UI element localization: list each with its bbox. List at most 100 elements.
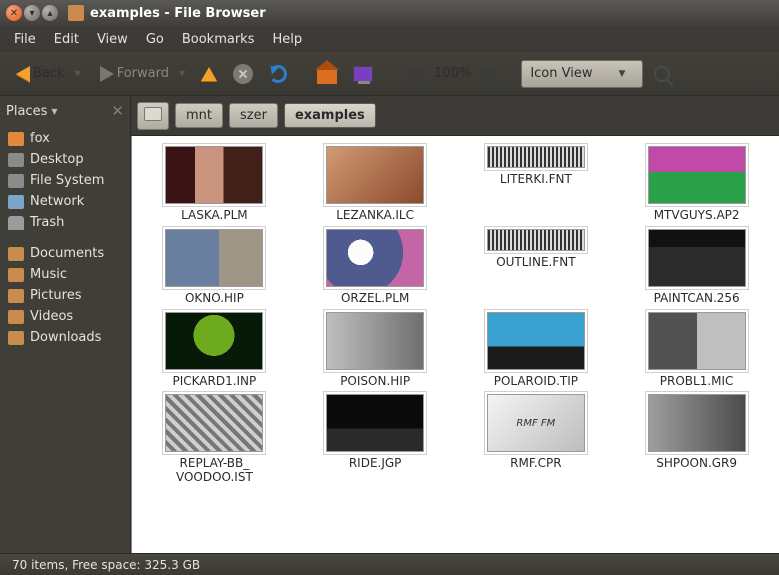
sidebar-item-label: Network [30,194,84,209]
path-segment-mnt[interactable]: mnt [175,103,223,128]
window-title: examples - File Browser [90,6,266,21]
home-icon [317,68,337,84]
path-segment-root[interactable] [137,102,169,130]
file-name: PROBL1.MIC [660,375,734,389]
sidebar-bookmark-music[interactable]: Music [0,264,130,285]
file-thumbnail: RMF FM [487,394,585,452]
file-name: REPLAY-BB_ VOODOO.IST [176,457,253,485]
file-item[interactable]: OKNO.HIP [138,229,291,306]
file-item[interactable]: ORZEL.PLM [299,229,452,306]
file-item[interactable]: PAINTCAN.256 [620,229,773,306]
zoom-out-icon [409,67,423,81]
forward-history-dropdown: ▼ [177,69,187,78]
view-mode-label: Icon View [530,66,592,81]
sidebar-header[interactable]: Places [6,104,47,119]
sidebar-item-label: Pictures [30,288,81,303]
sidebar-bookmark-documents[interactable]: Documents [0,243,130,264]
zoom-out-button[interactable] [404,64,428,84]
pathbar: mntszerexamples [131,96,779,136]
search-button[interactable] [649,63,675,85]
sidebar-chevron-icon[interactable]: ▼ [51,107,57,116]
sidebar-item-label: Desktop [30,152,84,167]
sidebar: Places ▼ ✕ fox Desktop File System Network T… [0,96,131,553]
sidebar-close-button[interactable]: ✕ [111,102,124,120]
sidebar-bookmark-videos[interactable]: Videos [0,306,130,327]
titlebar: ✕ ▾ ▴ examples - File Browser [0,0,779,26]
up-button[interactable] [196,64,222,84]
sidebar-item-trash[interactable]: Trash [0,212,130,233]
file-item[interactable]: POISON.HIP [299,312,452,389]
chevron-down-icon: ▼ [618,69,625,79]
sidebar-bookmark-downloads[interactable]: Downloads [0,327,130,348]
menu-file[interactable]: File [6,29,44,50]
menu-bookmarks[interactable]: Bookmarks [174,29,263,50]
file-item[interactable]: PICKARD1.INP [138,312,291,389]
arrow-up-icon [201,67,217,81]
folder-icon [8,268,24,282]
file-item[interactable]: OUTLINE.FNT [460,229,613,306]
sidebar-item-fox[interactable]: fox [0,128,130,149]
folder-icon [8,174,24,188]
window-close-button[interactable]: ✕ [6,5,22,21]
home-button[interactable] [312,61,342,87]
file-item[interactable]: RIDE.JGP [299,394,452,485]
file-item[interactable]: POLAROID.TIP [460,312,613,389]
sidebar-item-label: Videos [30,309,73,324]
reload-button[interactable] [264,62,292,86]
sidebar-item-label: File System [30,173,104,188]
folder-icon [8,310,24,324]
file-item[interactable]: PROBL1.MIC [620,312,773,389]
sidebar-item-desktop[interactable]: Desktop [0,149,130,170]
file-thumbnail [487,312,585,370]
forward-label: Forward [117,66,169,81]
file-name: RIDE.JGP [349,457,402,471]
menu-help[interactable]: Help [264,29,310,50]
view-mode-select[interactable]: Icon View ▼ [521,60,643,88]
menu-go[interactable]: Go [138,29,172,50]
file-thumbnail [487,229,585,251]
back-label: Back [33,66,65,81]
drive-icon [144,107,162,121]
zoom-in-button[interactable] [477,64,501,84]
sidebar-item-label: Trash [30,215,64,230]
file-item[interactable]: LEZANKA.ILC [299,146,452,223]
folder-icon [8,331,24,345]
file-item[interactable]: RMF FMRMF.CPR [460,394,613,485]
path-segment-szer[interactable]: szer [229,103,278,128]
file-thumbnail [326,229,424,287]
file-item[interactable]: SHPOON.GR9 [620,394,773,485]
file-thumbnail [487,146,585,168]
menubar: File Edit View Go Bookmarks Help [0,26,779,52]
menu-view[interactable]: View [89,29,136,50]
window-minimize-button[interactable]: ▾ [24,5,40,21]
file-name: OKNO.HIP [185,292,244,306]
computer-button[interactable] [348,63,378,85]
window-maximize-button[interactable]: ▴ [42,5,58,21]
file-name: POLAROID.TIP [494,375,578,389]
file-item[interactable]: REPLAY-BB_ VOODOO.IST [138,394,291,485]
zoom-level: 100% [434,66,471,81]
toolbar: Back ▼ Forward ▼ 100% Icon View ▼ [0,52,779,96]
back-history-dropdown[interactable]: ▼ [73,69,83,78]
file-name: PICKARD1.INP [172,375,256,389]
file-item[interactable]: LASKA.PLM [138,146,291,223]
file-thumbnail [165,146,263,204]
file-thumbnail [648,312,746,370]
path-segment-examples[interactable]: examples [284,103,376,128]
folder-icon [8,195,24,209]
sidebar-bookmark-pictures[interactable]: Pictures [0,285,130,306]
file-item[interactable]: LITERKI.FNT [460,146,613,223]
arrow-left-icon [16,66,30,82]
back-button[interactable]: Back [11,63,70,85]
file-thumbnail [326,394,424,452]
folder-icon [8,247,24,261]
sidebar-item-network[interactable]: Network [0,191,130,212]
folder-icon [8,132,24,146]
file-item[interactable]: MTVGUYS.AP2 [620,146,773,223]
sidebar-item-label: Music [30,267,67,282]
menu-edit[interactable]: Edit [46,29,87,50]
file-name: SHPOON.GR9 [656,457,737,471]
search-icon [654,66,670,82]
sidebar-item-file-system[interactable]: File System [0,170,130,191]
file-thumbnail [648,229,746,287]
